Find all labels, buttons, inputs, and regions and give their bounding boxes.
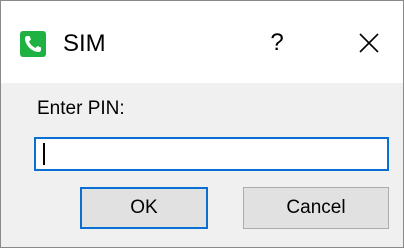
phone-icon <box>20 31 46 57</box>
pin-label: Enter PIN: <box>37 98 125 119</box>
sim-dialog: SIM ? Enter PIN: OK Cancel <box>0 0 404 248</box>
cancel-button[interactable]: Cancel <box>243 187 389 229</box>
close-button[interactable] <box>347 23 391 63</box>
pin-input[interactable] <box>34 137 389 171</box>
title-bar: SIM ? <box>1 1 403 83</box>
help-button[interactable]: ? <box>257 23 297 63</box>
ok-button[interactable]: OK <box>80 187 208 229</box>
window-title: SIM <box>63 30 106 57</box>
text-caret <box>43 143 45 165</box>
close-icon <box>359 33 379 53</box>
